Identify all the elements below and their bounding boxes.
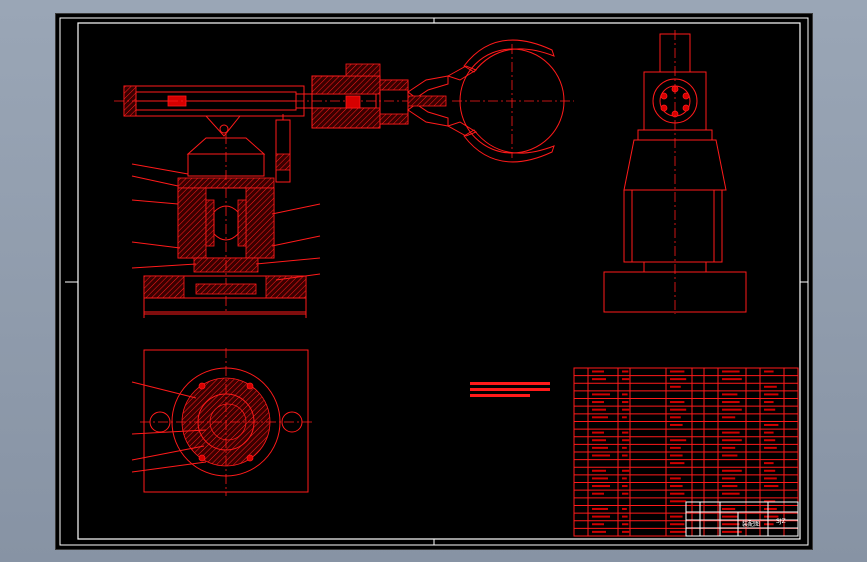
cad-drawing: 装配图 SJZ — [59, 17, 809, 546]
side-view — [603, 30, 747, 314]
technical-notes — [470, 382, 550, 397]
drawing-number: SJZ — [776, 518, 786, 525]
top-view — [131, 348, 312, 496]
drawing-sheet: 装配图 SJZ — [55, 13, 813, 550]
title-block-label: 装配图 — [742, 520, 760, 528]
base-column-section — [131, 134, 321, 318]
title-block: 装配图 SJZ — [685, 501, 799, 537]
robot-arm-assembly — [114, 39, 574, 183]
